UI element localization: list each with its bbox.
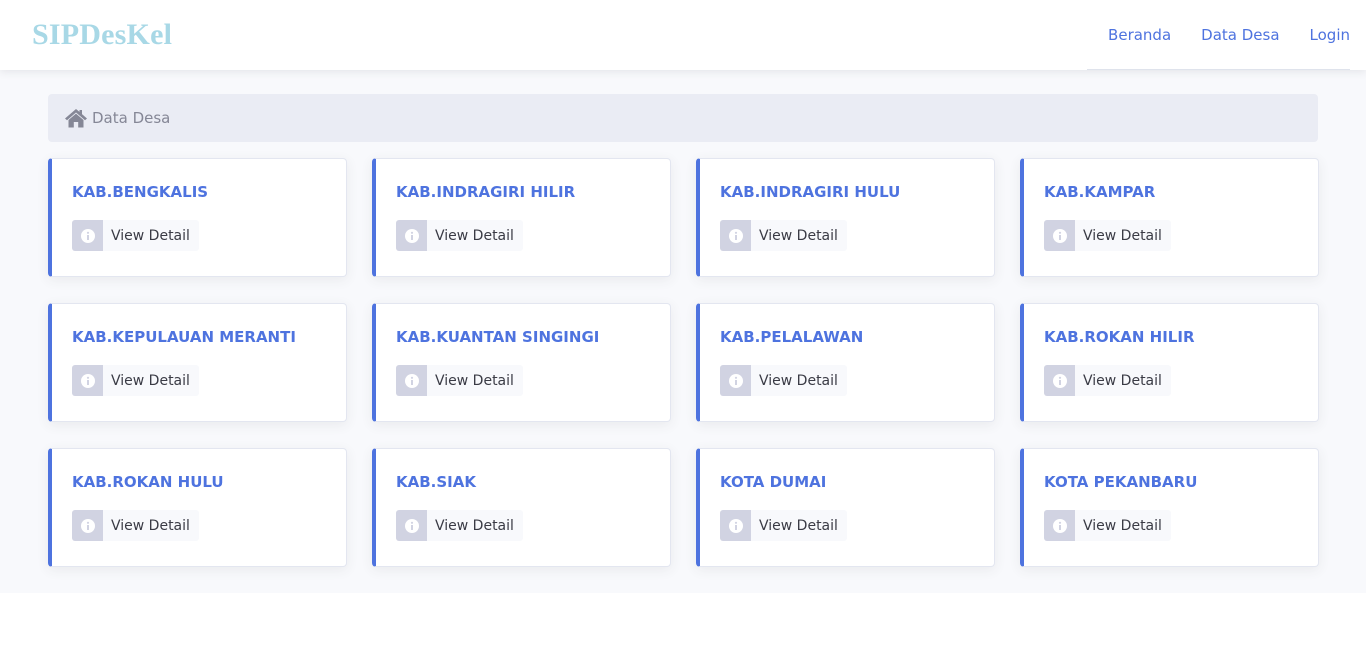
regency-card: KAB.KAMPAR View Detail	[1020, 158, 1319, 277]
regency-card-grid: KAB.BENGKALIS View Detail KAB.INDRAGIRI …	[48, 158, 1319, 567]
view-detail-label: View Detail	[759, 517, 838, 534]
view-detail-button[interactable]: View Detail	[720, 510, 847, 541]
regency-card: KOTA DUMAI View Detail	[696, 448, 995, 567]
regency-card: KAB.INDRAGIRI HULU View Detail	[696, 158, 995, 277]
view-detail-button[interactable]: View Detail	[1044, 365, 1171, 396]
regency-card: KAB.SIAK View Detail	[372, 448, 671, 567]
info-icon	[728, 518, 743, 533]
regency-card: KAB.KUANTAN SINGINGI View Detail	[372, 303, 671, 422]
regency-card: KAB.ROKAN HILIR View Detail	[1020, 303, 1319, 422]
view-detail-button[interactable]: View Detail	[1044, 510, 1171, 541]
info-icon	[80, 373, 95, 388]
view-detail-button[interactable]: View Detail	[72, 510, 199, 541]
info-icon-box	[1044, 510, 1075, 541]
info-icon-box	[72, 220, 103, 251]
view-detail-button[interactable]: View Detail	[720, 365, 847, 396]
info-icon	[1052, 373, 1067, 388]
regency-card: KAB.ROKAN HULU View Detail	[48, 448, 347, 567]
regency-card-title: KAB.ROKAN HILIR	[1044, 328, 1195, 346]
nav-divider	[1087, 69, 1350, 70]
info-icon	[80, 518, 95, 533]
view-detail-button[interactable]: View Detail	[396, 365, 523, 396]
regency-card-title: KAB.KUANTAN SINGINGI	[396, 328, 600, 346]
info-icon	[404, 373, 419, 388]
regency-card-title: KAB.KEPULAUAN MERANTI	[72, 328, 296, 346]
view-detail-label: View Detail	[759, 227, 838, 244]
regency-card-title: KAB.INDRAGIRI HULU	[720, 183, 901, 201]
view-detail-label: View Detail	[111, 227, 190, 244]
nav-link-beranda[interactable]: Beranda	[1108, 26, 1171, 44]
info-icon	[80, 228, 95, 243]
view-detail-button[interactable]: View Detail	[396, 220, 523, 251]
view-detail-label: View Detail	[435, 372, 514, 389]
regency-card: KOTA PEKANBARU View Detail	[1020, 448, 1319, 567]
info-icon-box	[720, 365, 751, 396]
main-content: Data Desa KAB.BENGKALIS View Detail KAB.…	[0, 70, 1366, 593]
regency-card-title: KOTA DUMAI	[720, 473, 827, 491]
view-detail-button[interactable]: View Detail	[72, 220, 199, 251]
info-icon	[1052, 518, 1067, 533]
view-detail-label: View Detail	[1083, 227, 1162, 244]
top-navbar: SIPDesKel Beranda Data Desa Login	[0, 0, 1366, 70]
info-icon-box	[720, 510, 751, 541]
info-icon-box	[1044, 220, 1075, 251]
info-icon-box	[396, 365, 427, 396]
view-detail-button[interactable]: View Detail	[396, 510, 523, 541]
regency-card-title: KAB.BENGKALIS	[72, 183, 209, 201]
info-icon-box	[720, 220, 751, 251]
info-icon	[1052, 228, 1067, 243]
breadcrumb-label: Data Desa	[92, 109, 171, 127]
regency-card-title: KOTA PEKANBARU	[1044, 473, 1198, 491]
nav-links: Beranda Data Desa Login	[1078, 0, 1350, 70]
regency-card: KAB.KEPULAUAN MERANTI View Detail	[48, 303, 347, 422]
breadcrumb: Data Desa	[48, 94, 1318, 142]
info-icon-box	[396, 510, 427, 541]
view-detail-button[interactable]: View Detail	[1044, 220, 1171, 251]
view-detail-label: View Detail	[111, 372, 190, 389]
info-icon	[728, 373, 743, 388]
regency-card-title: KAB.INDRAGIRI HILIR	[396, 183, 576, 201]
regency-card-title: KAB.PELALAWAN	[720, 328, 864, 346]
regency-card: KAB.INDRAGIRI HILIR View Detail	[372, 158, 671, 277]
regency-card-title: KAB.KAMPAR	[1044, 183, 1156, 201]
regency-card-title: KAB.ROKAN HULU	[72, 473, 224, 491]
view-detail-button[interactable]: View Detail	[72, 365, 199, 396]
regency-card: KAB.BENGKALIS View Detail	[48, 158, 347, 277]
info-icon-box	[72, 365, 103, 396]
view-detail-label: View Detail	[435, 227, 514, 244]
home-icon[interactable]	[64, 108, 88, 128]
view-detail-label: View Detail	[111, 517, 190, 534]
nav-link-login[interactable]: Login	[1310, 26, 1350, 44]
view-detail-label: View Detail	[1083, 517, 1162, 534]
info-icon-box	[72, 510, 103, 541]
nav-link-data-desa[interactable]: Data Desa	[1201, 26, 1279, 44]
info-icon	[728, 228, 743, 243]
info-icon-box	[1044, 365, 1075, 396]
view-detail-label: View Detail	[1083, 372, 1162, 389]
regency-card: KAB.PELALAWAN View Detail	[696, 303, 995, 422]
info-icon-box	[396, 220, 427, 251]
view-detail-button[interactable]: View Detail	[720, 220, 847, 251]
info-icon	[404, 228, 419, 243]
brand-logo[interactable]: SIPDesKel	[32, 18, 172, 52]
info-icon	[404, 518, 419, 533]
regency-card-title: KAB.SIAK	[396, 473, 476, 491]
view-detail-label: View Detail	[435, 517, 514, 534]
view-detail-label: View Detail	[759, 372, 838, 389]
